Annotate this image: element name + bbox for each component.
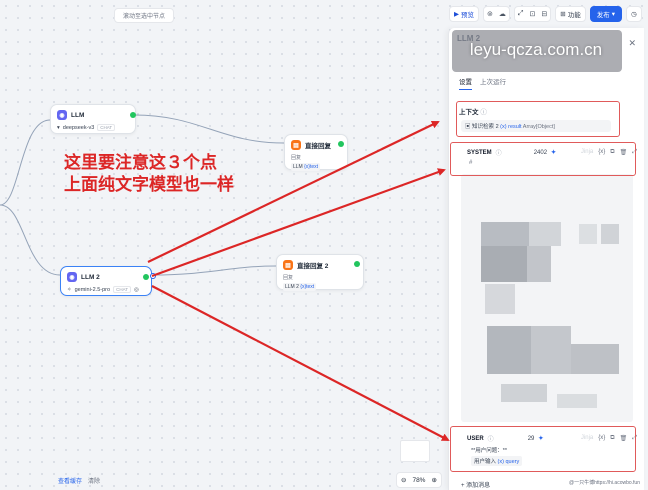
annotation-arrows — [147, 121, 450, 441]
arrow-to-context — [147, 121, 440, 263]
arrow-to-user — [151, 285, 450, 441]
arrow-to-system — [151, 168, 446, 278]
credit-text: @一只牛博https://hi.acowbo.fun — [569, 480, 640, 486]
